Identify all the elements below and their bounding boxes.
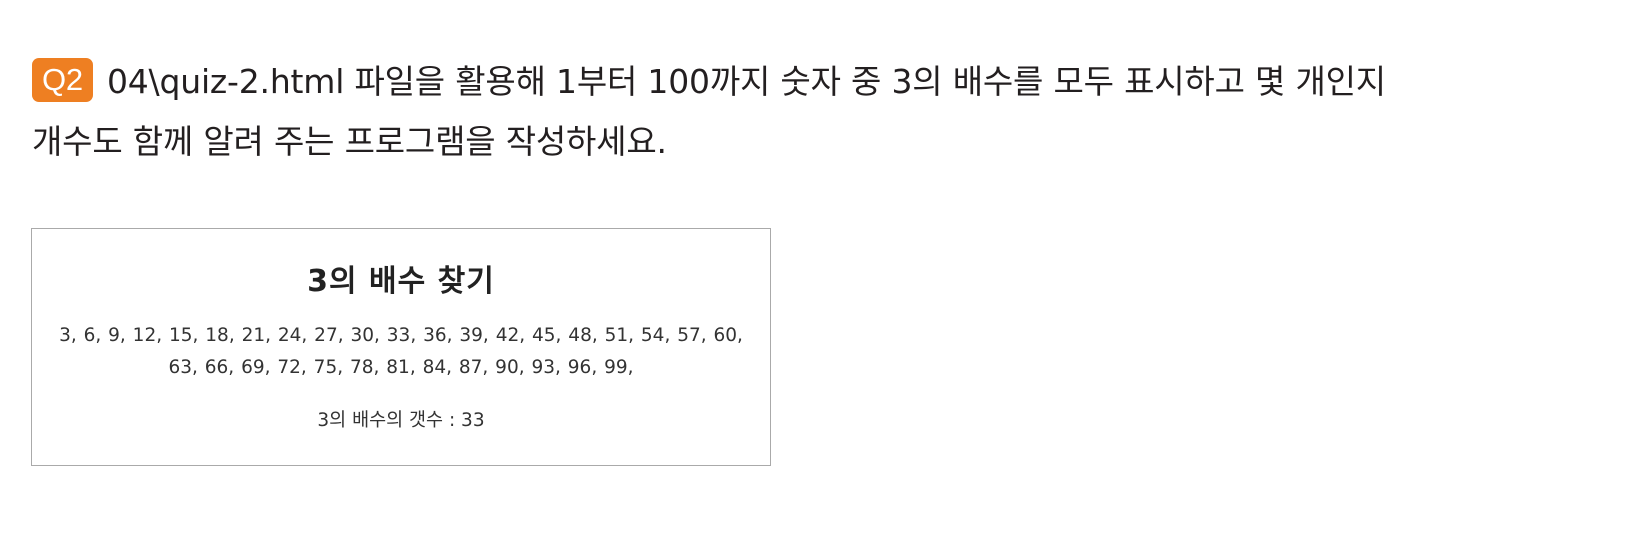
question-line-1: Q2 04\quiz-2.html 파일을 활용해 1부터 100까지 숫자 중 … <box>32 54 1612 110</box>
multiples-list: 3, 6, 9, 12, 15, 18, 21, 24, 27, 30, 33,… <box>41 320 761 384</box>
result-preview-box: 3의 배수 찾기 3, 6, 9, 12, 15, 18, 21, 24, 27… <box>31 228 771 466</box>
question-text-line-2: 개수도 함께 알려 주는 프로그램을 작성하세요. <box>32 122 667 161</box>
result-title: 3의 배수 찾기 <box>307 264 495 299</box>
multiples-list-line-2: 63, 66, 69, 72, 75, 78, 81, 84, 87, 90, … <box>168 357 634 378</box>
question-number-badge: Q2 <box>32 58 93 102</box>
question-block: Q2 04\quiz-2.html 파일을 활용해 1부터 100까지 숫자 중 … <box>32 54 1612 174</box>
multiples-count: 3의 배수의 갯수 : 33 <box>317 410 485 431</box>
question-text-line-1: 04\quiz-2.html 파일을 활용해 1부터 100까지 숫자 중 3의… <box>106 62 1386 101</box>
multiples-list-line-1: 3, 6, 9, 12, 15, 18, 21, 24, 27, 30, 33,… <box>59 325 743 346</box>
